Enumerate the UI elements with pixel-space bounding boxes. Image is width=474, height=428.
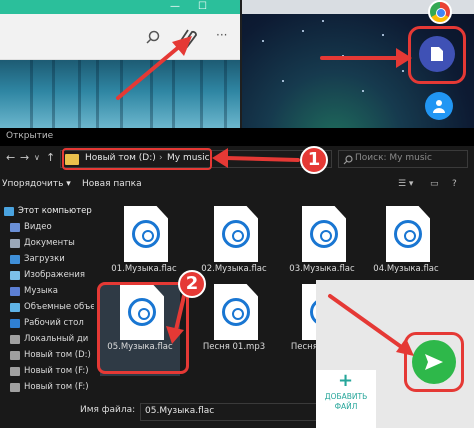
address-highlight-frame — [62, 148, 212, 170]
step-badge-2: 2 — [178, 270, 206, 298]
search-placeholder: Поиск: My music — [355, 153, 432, 163]
drive-icon — [10, 335, 20, 344]
send-highlight-frame — [404, 332, 464, 392]
sidebar-item-local-disk[interactable]: Локальный ди — [0, 332, 94, 347]
forward-icon[interactable]: → — [20, 151, 29, 164]
sidebar-item-music[interactable]: Музыка — [0, 284, 94, 299]
audio-file-icon — [124, 206, 168, 262]
search-icon — [343, 155, 353, 165]
sidebar-item-3d-objects[interactable]: Объемные объе — [0, 300, 94, 315]
drive-icon — [10, 367, 20, 376]
sidebar-item-this-pc[interactable]: Этот компьютер — [0, 204, 94, 219]
filename-label: Имя файла: — [80, 405, 136, 415]
recent-chevron-icon[interactable]: ∨ — [34, 153, 40, 162]
step-badge-1: 1 — [300, 146, 328, 174]
music-icon — [10, 287, 20, 296]
audio-file-icon — [214, 284, 258, 340]
send-panel: + ДОБАВИТЬ ФАЙЛ — [316, 280, 474, 428]
help-icon[interactable]: ? — [452, 179, 457, 189]
drive-icon — [10, 351, 20, 360]
messenger-window — [242, 0, 474, 130]
up-icon[interactable]: ↑ — [46, 151, 55, 164]
new-folder-button[interactable]: Новая папка — [82, 179, 142, 189]
sidebar-item-drive-f[interactable]: Новый том (F:) — [0, 364, 94, 379]
organize-button[interactable]: Упорядочить ▾ — [2, 179, 71, 189]
sidebar-item-desktop[interactable]: Рабочий стол — [0, 316, 94, 331]
minimize-icon[interactable]: — — [170, 1, 180, 12]
search-input[interactable]: Поиск: My music — [338, 150, 468, 168]
paperclip-icon[interactable] — [178, 26, 198, 50]
maximize-icon[interactable]: ☐ — [198, 1, 207, 12]
downloads-icon — [10, 255, 20, 264]
computer-icon — [4, 207, 14, 216]
sidebar-item-pictures[interactable]: Изображения — [0, 268, 94, 283]
preview-pane-icon[interactable]: ▭ — [430, 179, 439, 189]
drive-icon — [10, 383, 20, 392]
add-file-tile[interactable]: + ДОБАВИТЬ ФАЙЛ — [316, 370, 376, 428]
audio-file-icon — [302, 206, 346, 262]
window-title-bar: — ☐ — [0, 0, 240, 14]
navigation-pane: Этот компьютер Видео Документы Загрузки … — [0, 200, 94, 400]
sidebar-item-drive-d[interactable]: Новый том (D:) — [0, 348, 94, 363]
browser-window: — ☐ ··· — [0, 0, 240, 130]
documents-icon — [10, 239, 20, 248]
sidebar-item-documents[interactable]: Документы — [0, 236, 94, 251]
sidebar-item-downloads[interactable]: Загрузки — [0, 252, 94, 267]
audio-file-icon — [214, 206, 258, 262]
desktop-icon — [10, 319, 20, 328]
sidebar-item-video[interactable]: Видео — [0, 220, 94, 235]
file-item[interactable]: Песня 01.mp3 — [194, 284, 274, 376]
more-options-icon[interactable]: ··· — [216, 28, 227, 42]
dialog-title: Открытие — [0, 128, 474, 146]
video-icon — [10, 223, 20, 232]
selection-highlight-frame — [97, 282, 189, 374]
pictures-icon — [10, 271, 20, 280]
highlight-frame — [408, 26, 466, 84]
filename-input[interactable]: 05.Музыка.flac — [140, 403, 318, 421]
attach-contact-button[interactable] — [425, 92, 453, 120]
search-icon[interactable] — [146, 30, 160, 44]
wallpaper-image — [0, 60, 240, 130]
browser-toolbar: ··· — [0, 14, 240, 60]
audio-file-icon — [386, 206, 430, 262]
plus-icon: + — [338, 370, 354, 391]
view-options-icon[interactable]: ☰ ▾ — [398, 179, 413, 189]
sidebar-item-drive-f-2[interactable]: Новый том (F:) — [0, 380, 94, 395]
3d-objects-icon — [10, 303, 20, 312]
chrome-icon[interactable] — [428, 0, 452, 24]
person-icon — [433, 100, 445, 113]
dialog-toolbar: Упорядочить ▾ Новая папка ☰ ▾ ▭ ? — [0, 174, 474, 196]
add-file-label: ДОБАВИТЬ ФАЙЛ — [324, 392, 368, 411]
back-icon[interactable]: ← — [6, 151, 15, 164]
